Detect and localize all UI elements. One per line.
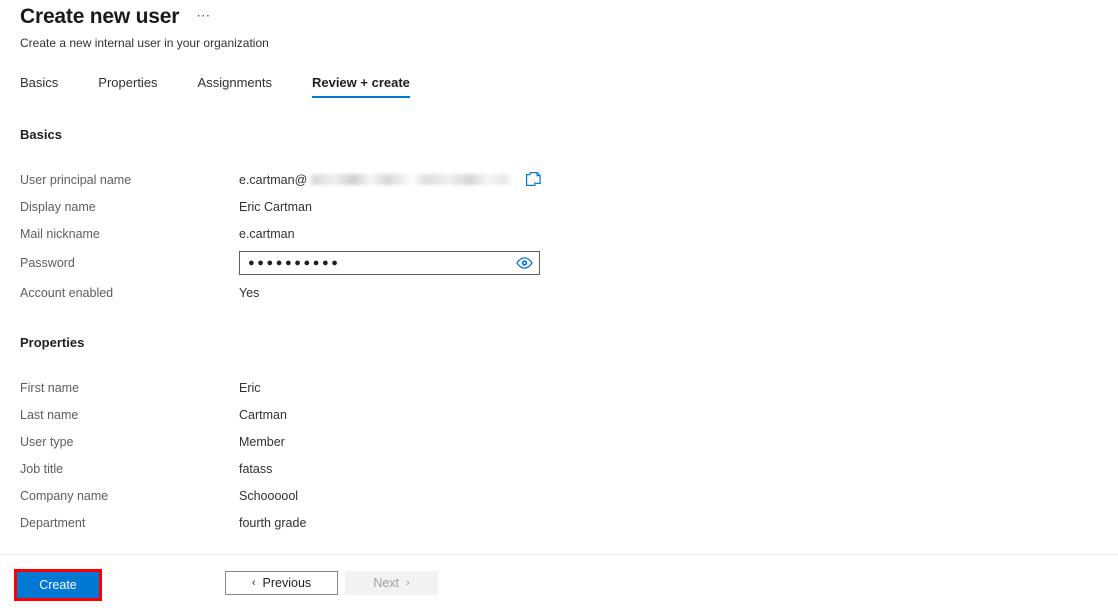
upn-wrapper: e.cartman@: [239, 170, 543, 190]
tab-properties[interactable]: Properties: [98, 72, 157, 98]
tab-basics[interactable]: Basics: [20, 72, 58, 98]
label-mail-nickname: Mail nickname: [20, 220, 239, 247]
table-row: Mail nickname e.cartman: [20, 220, 543, 247]
create-new-user-blade: Create new user ⋯ Create a new internal …: [0, 0, 1118, 611]
table-row: User principal name e.cartman@: [20, 166, 543, 193]
label-display-name: Display name: [20, 193, 239, 220]
basics-summary-table: User principal name e.cartman@: [20, 166, 543, 306]
create-button-highlight: Create: [14, 569, 102, 601]
blade-header: Create new user ⋯ Create a new internal …: [20, 4, 1100, 51]
properties-summary-table: First name Eric Last name Cartman User t…: [20, 374, 306, 536]
eye-icon[interactable]: [515, 254, 533, 272]
value-password: ●●●●●●●●●●: [239, 247, 543, 279]
tab-review-create-label: Review + create: [312, 75, 410, 90]
table-row: Password ●●●●●●●●●●: [20, 247, 543, 279]
table-row: First name Eric: [20, 374, 306, 401]
wizard-footer: Create ‹ Previous Next ›: [0, 554, 1118, 611]
label-company-name: Company name: [20, 482, 239, 509]
value-user-principal-name: e.cartman@: [239, 166, 543, 193]
previous-button[interactable]: ‹ Previous: [225, 571, 338, 595]
label-password: Password: [20, 247, 239, 279]
label-first-name: First name: [20, 374, 239, 401]
copy-icon[interactable]: [523, 170, 543, 190]
tab-assignments[interactable]: Assignments: [198, 72, 272, 98]
value-account-enabled: Yes: [239, 279, 543, 306]
previous-button-label: Previous: [263, 576, 312, 590]
label-user-type: User type: [20, 428, 239, 455]
page-title: Create new user: [20, 4, 179, 30]
tab-assignments-label: Assignments: [198, 75, 272, 90]
create-button[interactable]: Create: [17, 572, 99, 598]
chevron-left-icon: ‹: [252, 578, 256, 589]
value-last-name: Cartman: [239, 401, 306, 428]
wizard-tabs: Basics Properties Assignments Review + c…: [20, 72, 410, 98]
section-heading-properties: Properties: [20, 334, 1118, 352]
value-mail-nickname: e.cartman: [239, 220, 543, 247]
value-first-name: Eric: [239, 374, 306, 401]
table-row: User type Member: [20, 428, 306, 455]
review-content: Basics User principal name e.cartman@: [20, 112, 1118, 553]
value-job-title: fatass: [239, 455, 306, 482]
upn-text: e.cartman@: [239, 173, 307, 187]
tab-properties-label: Properties: [98, 75, 157, 90]
password-masked-value: ●●●●●●●●●●: [248, 252, 515, 274]
value-company-name: Schoooool: [239, 482, 306, 509]
table-row: Company name Schoooool: [20, 482, 306, 509]
redacted-domain: [308, 174, 513, 185]
table-row: Account enabled Yes: [20, 279, 543, 306]
table-row: Display name Eric Cartman: [20, 193, 543, 220]
page-subtitle: Create a new internal user in your organ…: [20, 35, 1100, 51]
label-department: Department: [20, 509, 239, 536]
chevron-right-icon: ›: [406, 578, 410, 589]
label-job-title: Job title: [20, 455, 239, 482]
password-input[interactable]: ●●●●●●●●●●: [239, 251, 540, 275]
table-row: Last name Cartman: [20, 401, 306, 428]
label-account-enabled: Account enabled: [20, 279, 239, 306]
next-button-label: Next: [373, 576, 399, 590]
value-display-name: Eric Cartman: [239, 193, 543, 220]
label-user-principal-name: User principal name: [20, 166, 239, 193]
tab-basics-label: Basics: [20, 75, 58, 90]
section-heading-basics: Basics: [20, 126, 1118, 144]
value-user-type: Member: [239, 428, 306, 455]
next-button[interactable]: Next ›: [345, 571, 438, 595]
ellipsis-icon[interactable]: ⋯: [193, 8, 215, 26]
table-row: Job title fatass: [20, 455, 306, 482]
title-row: Create new user ⋯: [20, 4, 1100, 30]
table-row: Department fourth grade: [20, 509, 306, 536]
label-last-name: Last name: [20, 401, 239, 428]
value-department: fourth grade: [239, 509, 306, 536]
tab-review-create[interactable]: Review + create: [312, 72, 410, 98]
